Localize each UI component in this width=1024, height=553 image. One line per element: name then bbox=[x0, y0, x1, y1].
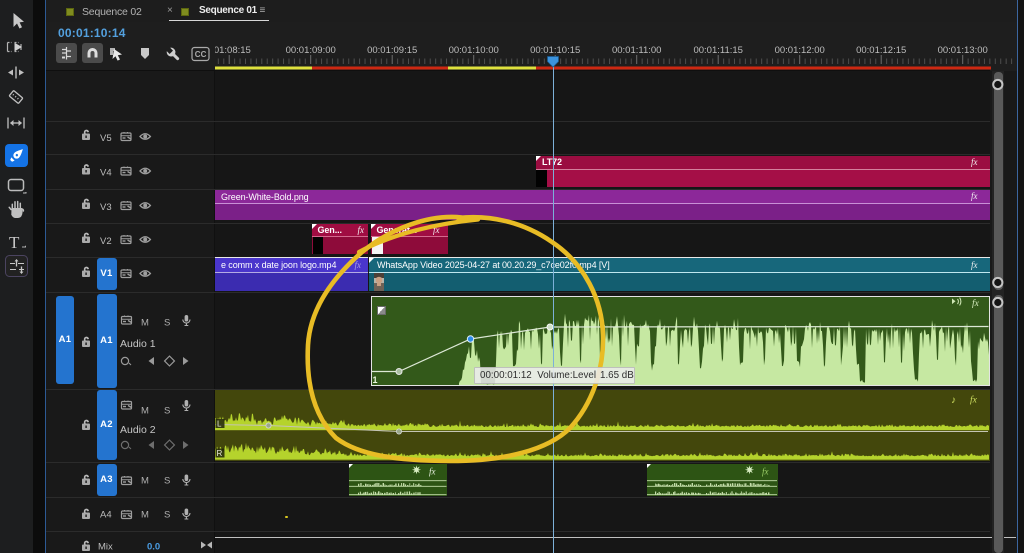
svg-text:00:01:12:15: 00:01:12:15 bbox=[856, 45, 906, 56]
svg-text::01:08:15: :01:08:15 bbox=[215, 45, 251, 56]
svg-text:00:01:10:15: 00:01:10:15 bbox=[530, 45, 580, 56]
svg-text:Mix: Mix bbox=[98, 542, 113, 553]
svg-text:00:01:11:00: 00:01:11:00 bbox=[612, 45, 661, 56]
svg-text:V3: V3 bbox=[100, 202, 112, 213]
svg-text:00:01:10:00: 00:01:10:00 bbox=[449, 45, 499, 56]
svg-text:V4: V4 bbox=[100, 168, 112, 179]
svg-text:A4: A4 bbox=[100, 510, 112, 521]
svg-text:M: M bbox=[141, 476, 149, 487]
svg-text:S: S bbox=[164, 510, 170, 521]
svg-text:S: S bbox=[164, 406, 170, 417]
svg-text:V5: V5 bbox=[100, 133, 112, 144]
svg-text:00:01:09:00: 00:01:09:00 bbox=[286, 45, 336, 56]
svg-text:fx: fx bbox=[972, 298, 980, 309]
svg-text:M: M bbox=[141, 510, 149, 521]
svg-text:00:01:11:15: 00:01:11:15 bbox=[693, 45, 742, 56]
svg-text:0.0: 0.0 bbox=[147, 542, 160, 553]
svg-text:CC: CC bbox=[195, 50, 207, 59]
svg-text:Audio 2: Audio 2 bbox=[120, 424, 156, 436]
svg-text:00:01:09:15: 00:01:09:15 bbox=[367, 45, 417, 56]
svg-text:00:01:13:00: 00:01:13:00 bbox=[938, 45, 988, 56]
svg-text:00:01:12:00: 00:01:12:00 bbox=[775, 45, 825, 56]
svg-text:M: M bbox=[141, 406, 149, 417]
svg-text:M: M bbox=[141, 318, 149, 329]
svg-text:T: T bbox=[9, 233, 20, 252]
svg-text:S: S bbox=[164, 476, 170, 487]
svg-text:V2: V2 bbox=[100, 236, 112, 247]
svg-text:S: S bbox=[164, 318, 170, 329]
svg-text:Audio 1: Audio 1 bbox=[120, 338, 156, 350]
